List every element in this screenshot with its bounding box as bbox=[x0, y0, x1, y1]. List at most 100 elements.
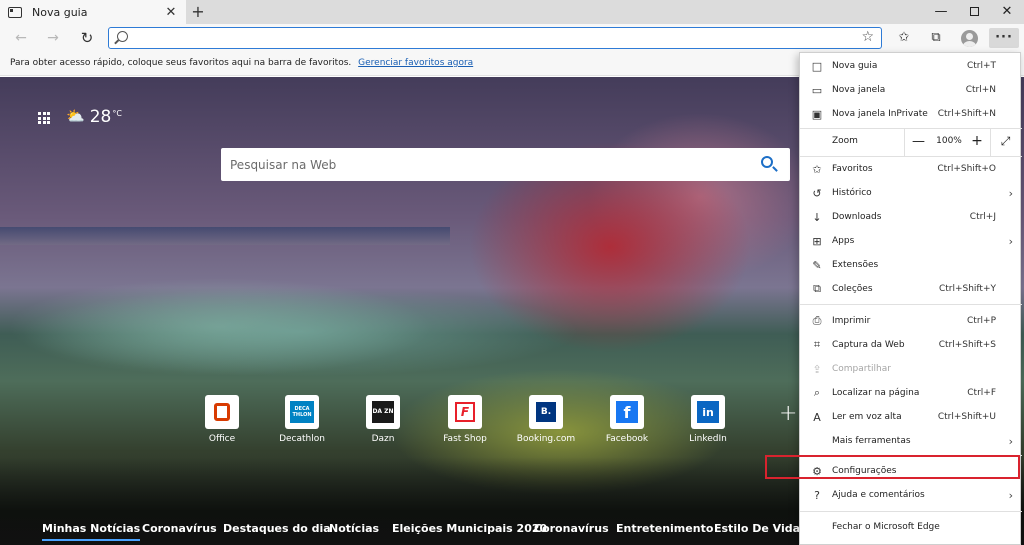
news-tab-noticias[interactable]: Notícias bbox=[329, 522, 379, 535]
menu-item-fechar-edge[interactable]: Fechar o Microsoft Edge bbox=[800, 515, 1022, 539]
apps-icon: ⊞ bbox=[812, 234, 822, 248]
quick-link-linkedin[interactable]: in LinkedIn bbox=[668, 395, 748, 444]
news-tab-destaques[interactable]: Destaques do dia bbox=[223, 522, 331, 535]
menu-item-historico[interactable]: ↺ Histórico › bbox=[800, 181, 1022, 205]
settings-and-more-button[interactable]: ··· bbox=[989, 28, 1019, 48]
menu-item-label: Ler em voz alta bbox=[832, 412, 902, 422]
menu-item-shortcut: Ctrl+F bbox=[967, 388, 996, 398]
news-tab-entretenimento[interactable]: Entretenimento bbox=[616, 522, 713, 535]
chevron-right-icon: › bbox=[1008, 234, 1013, 248]
collections-icon: ⧉ bbox=[813, 282, 821, 295]
address-bar[interactable]: ☆ bbox=[108, 27, 882, 49]
refresh-button[interactable]: ↻ bbox=[76, 28, 98, 48]
minimize-button[interactable]: — bbox=[924, 0, 958, 24]
tab-strip: Nova guia ✕ + — ✕ bbox=[0, 0, 1024, 24]
quick-link-booking[interactable]: B. Booking.com bbox=[506, 395, 586, 444]
weather-widget[interactable]: ⛅ 28 °C bbox=[66, 107, 122, 127]
menu-item-label: Favoritos bbox=[832, 164, 873, 174]
menu-item-ler-em-voz-alta[interactable]: A Ler em voz alta Ctrl+Shift+U bbox=[800, 405, 1022, 429]
quick-link-tile: DECA THLON bbox=[285, 395, 319, 429]
menu-item-nova-guia[interactable]: □ Nova guia Ctrl+T bbox=[800, 54, 1022, 78]
menu-item-colecoes[interactable]: ⧉ Coleções Ctrl+Shift+Y bbox=[800, 277, 1022, 301]
gear-icon: ⚙ bbox=[812, 464, 822, 478]
web-search-box[interactable] bbox=[221, 148, 790, 181]
new-tab-button[interactable]: + bbox=[189, 2, 207, 22]
quick-link-tile bbox=[205, 395, 239, 429]
zoom-out-button[interactable]: — bbox=[904, 128, 932, 156]
back-button[interactable]: ← bbox=[10, 28, 32, 48]
menu-item-nova-janela[interactable]: ▭ Nova janela Ctrl+N bbox=[800, 78, 1022, 102]
news-tab-eleicoes[interactable]: Eleições Municipais 2020 bbox=[392, 522, 547, 535]
menu-item-mais-ferramentas[interactable]: Mais ferramentas › bbox=[800, 429, 1022, 453]
tab-page-icon bbox=[8, 6, 22, 18]
favorites-bar-hint: Para obter acesso rápido, coloque seus f… bbox=[10, 58, 352, 68]
quick-link-label: Fast Shop bbox=[443, 434, 487, 444]
menu-item-apps[interactable]: ⊞ Apps › bbox=[800, 229, 1022, 253]
close-window-button[interactable]: ✕ bbox=[990, 0, 1024, 24]
download-icon: ↓ bbox=[812, 210, 822, 224]
quick-link-office[interactable]: Office bbox=[182, 395, 262, 444]
background-pool bbox=[20, 287, 580, 377]
menu-divider bbox=[800, 304, 1022, 305]
quick-link-label: Facebook bbox=[605, 434, 649, 444]
menu-item-label: Extensões bbox=[832, 260, 879, 270]
add-favorite-icon[interactable]: ☆ bbox=[861, 29, 874, 45]
menu-item-favoritos[interactable]: ✩ Favoritos Ctrl+Shift+O bbox=[800, 157, 1022, 181]
menu-item-compartilhar: ⇪ Compartilhar bbox=[800, 357, 1022, 381]
office-logo-icon bbox=[214, 403, 230, 421]
menu-item-label: Apps bbox=[832, 236, 855, 246]
quick-link-decathlon[interactable]: DECA THLON Decathlon bbox=[262, 395, 342, 444]
history-icon: ↺ bbox=[812, 186, 822, 200]
quick-link-facebook[interactable]: f Facebook bbox=[587, 395, 667, 444]
app-launcher-icon[interactable] bbox=[38, 112, 50, 124]
menu-item-ajuda[interactable]: ? Ajuda e comentários › bbox=[800, 483, 1022, 507]
profile-button[interactable] bbox=[957, 28, 981, 48]
menu-item-nova-janela-inprivate[interactable]: ▣ Nova janela InPrivate Ctrl+Shift+N bbox=[800, 102, 1022, 126]
menu-item-downloads[interactable]: ↓ Downloads Ctrl+J bbox=[800, 205, 1022, 229]
menu-item-configuracoes[interactable]: ⚙ Configurações bbox=[800, 459, 1022, 483]
linkedin-logo-icon: in bbox=[697, 401, 719, 423]
menu-item-shortcut: Ctrl+Shift+Y bbox=[938, 284, 996, 294]
quick-link-tile: B. bbox=[529, 395, 563, 429]
add-site-button[interactable]: + bbox=[779, 401, 797, 426]
menu-item-extensoes[interactable]: ✎ Extensões bbox=[800, 253, 1022, 277]
menu-divider bbox=[800, 511, 1022, 512]
tab-nova-guia[interactable]: Nova guia ✕ bbox=[0, 0, 186, 24]
favorites-button[interactable]: ✩ bbox=[892, 28, 916, 48]
avatar bbox=[960, 30, 978, 47]
manage-favorites-link[interactable]: Gerenciar favoritos agora bbox=[358, 58, 473, 68]
news-tab-coronavirus[interactable]: Coronavírus bbox=[142, 522, 217, 535]
menu-item-captura-da-web[interactable]: ⌗ Captura da Web Ctrl+Shift+S bbox=[800, 333, 1022, 357]
news-tab-coronavirus-2[interactable]: Coronavírus bbox=[534, 522, 609, 535]
new-tab-icon: □ bbox=[811, 59, 823, 73]
inprivate-icon: ▣ bbox=[811, 107, 823, 121]
restore-button[interactable] bbox=[957, 0, 991, 24]
zoom-row: Zoom — 100% + ⤢ bbox=[800, 128, 1022, 156]
quick-link-fast-shop[interactable]: F Fast Shop bbox=[425, 395, 505, 444]
menu-item-localizar[interactable]: ⌕ Localizar na página Ctrl+F bbox=[800, 381, 1022, 405]
forward-button[interactable]: → bbox=[42, 28, 64, 48]
fullscreen-button[interactable]: ⤢ bbox=[990, 128, 1020, 156]
web-search-input[interactable] bbox=[230, 156, 730, 174]
menu-item-label: Captura da Web bbox=[832, 340, 905, 350]
news-tab-minhas-noticias[interactable]: Minhas Notícias bbox=[42, 522, 141, 541]
address-input[interactable] bbox=[137, 30, 857, 46]
menu-item-label: Configurações bbox=[832, 466, 897, 476]
zoom-in-button[interactable]: + bbox=[966, 128, 988, 156]
close-tab-icon[interactable]: ✕ bbox=[164, 5, 178, 20]
menu-item-label: Localizar na página bbox=[832, 388, 920, 398]
menu-item-label: Coleções bbox=[832, 284, 873, 294]
read-aloud-icon: A bbox=[813, 410, 821, 424]
weather-unit: °C bbox=[112, 109, 122, 118]
search-icon bbox=[117, 31, 128, 42]
chevron-right-icon: › bbox=[1008, 434, 1013, 448]
search-icon[interactable] bbox=[761, 156, 773, 168]
background-horizon bbox=[0, 227, 450, 245]
quick-link-tile: f bbox=[610, 395, 644, 429]
quick-link-label: Booking.com bbox=[516, 434, 576, 444]
quick-link-dazn[interactable]: DA ZN Dazn bbox=[343, 395, 423, 444]
menu-item-label: Nova janela InPrivate bbox=[832, 109, 928, 119]
news-tab-estilo-de-vida[interactable]: Estilo De Vida bbox=[714, 522, 800, 535]
collections-button[interactable]: ⧉ bbox=[924, 28, 948, 48]
menu-item-imprimir[interactable]: ⎙ Imprimir Ctrl+P bbox=[800, 309, 1022, 333]
